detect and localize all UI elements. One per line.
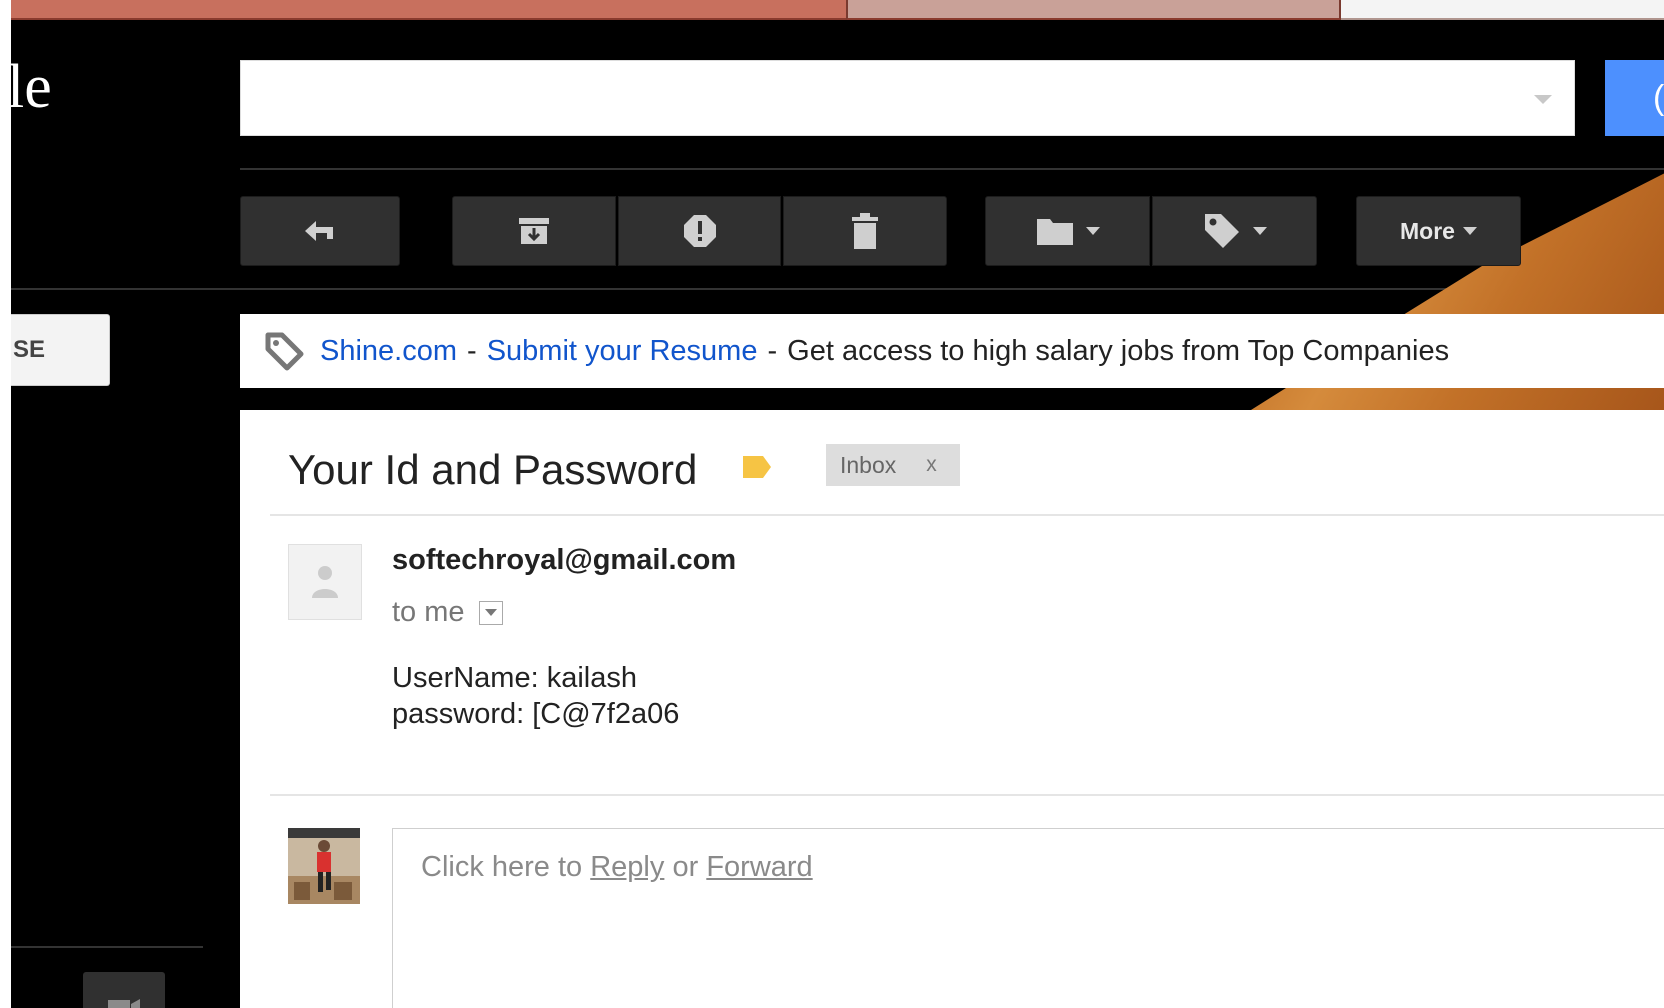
sidebar-divider (11, 946, 203, 948)
chevron-down-icon (1462, 227, 1477, 235)
reply-divider (270, 794, 1664, 796)
archive-icon (519, 218, 549, 244)
sender-avatar (288, 544, 362, 620)
move-to-button[interactable] (985, 196, 1150, 266)
browser-tab-strip-active[interactable] (846, 0, 1341, 20)
reply-icon (305, 221, 333, 241)
video-chat-button[interactable] (83, 972, 165, 1008)
browser-tab-strip-right (1341, 0, 1664, 20)
ad-separator: - (767, 334, 778, 367)
chevron-down-icon (1252, 227, 1267, 235)
search-button[interactable]: ( (1605, 60, 1664, 136)
reply-button[interactable] (240, 196, 400, 266)
inbox-label-text: Inbox (840, 451, 897, 478)
ad-bar[interactable]: Shine.com - Submit your Resume - Get acc… (240, 314, 1664, 388)
video-camera-icon (108, 999, 140, 1008)
message-body-line: password: [C@7f2a06 (392, 698, 680, 730)
more-button[interactable]: More (1356, 196, 1521, 266)
show-details-button[interactable] (478, 600, 503, 625)
browser-tab-strip-left (11, 0, 846, 20)
ad-text: Get access to high salary jobs from Top … (787, 334, 1450, 367)
message-body-line: UserName: kailash (392, 662, 637, 694)
importance-label-icon[interactable] (741, 454, 773, 480)
person-icon (312, 566, 338, 598)
inbox-label-chip: Inbox x (826, 444, 960, 486)
reply-prompt-or: or (672, 851, 699, 883)
user-photo-image (288, 828, 360, 904)
recipient-line: to me (392, 596, 503, 629)
header-divider (240, 168, 1664, 170)
ad-separator: - (467, 334, 477, 367)
user-photo-avatar (288, 828, 360, 904)
app-logo[interactable]: le (11, 56, 52, 118)
labels-icon (1204, 214, 1239, 248)
gmail-window: le (More SE Shine.com - Submit your Res… (11, 0, 1664, 1008)
report-spam-icon (683, 215, 716, 247)
recipient-text: to me (392, 596, 465, 628)
chevron-down-icon (1085, 227, 1100, 235)
reply-prompt-prefix: Click here to (421, 851, 583, 883)
sender-email[interactable]: softechroyal@gmail.com (392, 544, 736, 577)
ad-advertiser-link[interactable]: Shine.com (320, 335, 457, 368)
ad-headline-link[interactable]: Submit your Resume (487, 335, 758, 368)
compose-button[interactable]: SE (11, 314, 110, 386)
header-divider (270, 514, 1664, 516)
remove-label-button[interactable]: x (926, 453, 937, 477)
message-subject: Your Id and Password (288, 446, 698, 493)
forward-link[interactable]: Forward (706, 851, 812, 883)
report-spam-button[interactable] (618, 196, 781, 266)
move-to-folder-icon (1036, 219, 1073, 245)
more-label: More (1400, 217, 1455, 244)
reply-box[interactable]: Click here to Reply or Forward (392, 828, 1664, 1008)
delete-button[interactable] (783, 196, 947, 266)
search-options-caret-icon[interactable] (1534, 95, 1552, 104)
ad-tag-icon (265, 332, 304, 371)
delete-icon (852, 213, 878, 249)
chevron-down-icon (484, 609, 497, 616)
message-view: Your Id and Password Inbox x softechroya… (240, 410, 1664, 1008)
reply-link[interactable]: Reply (590, 851, 664, 883)
archive-button[interactable] (452, 196, 616, 266)
search-input[interactable] (240, 60, 1575, 136)
labels-button[interactable] (1152, 196, 1317, 266)
toolbar-divider (11, 288, 1664, 290)
